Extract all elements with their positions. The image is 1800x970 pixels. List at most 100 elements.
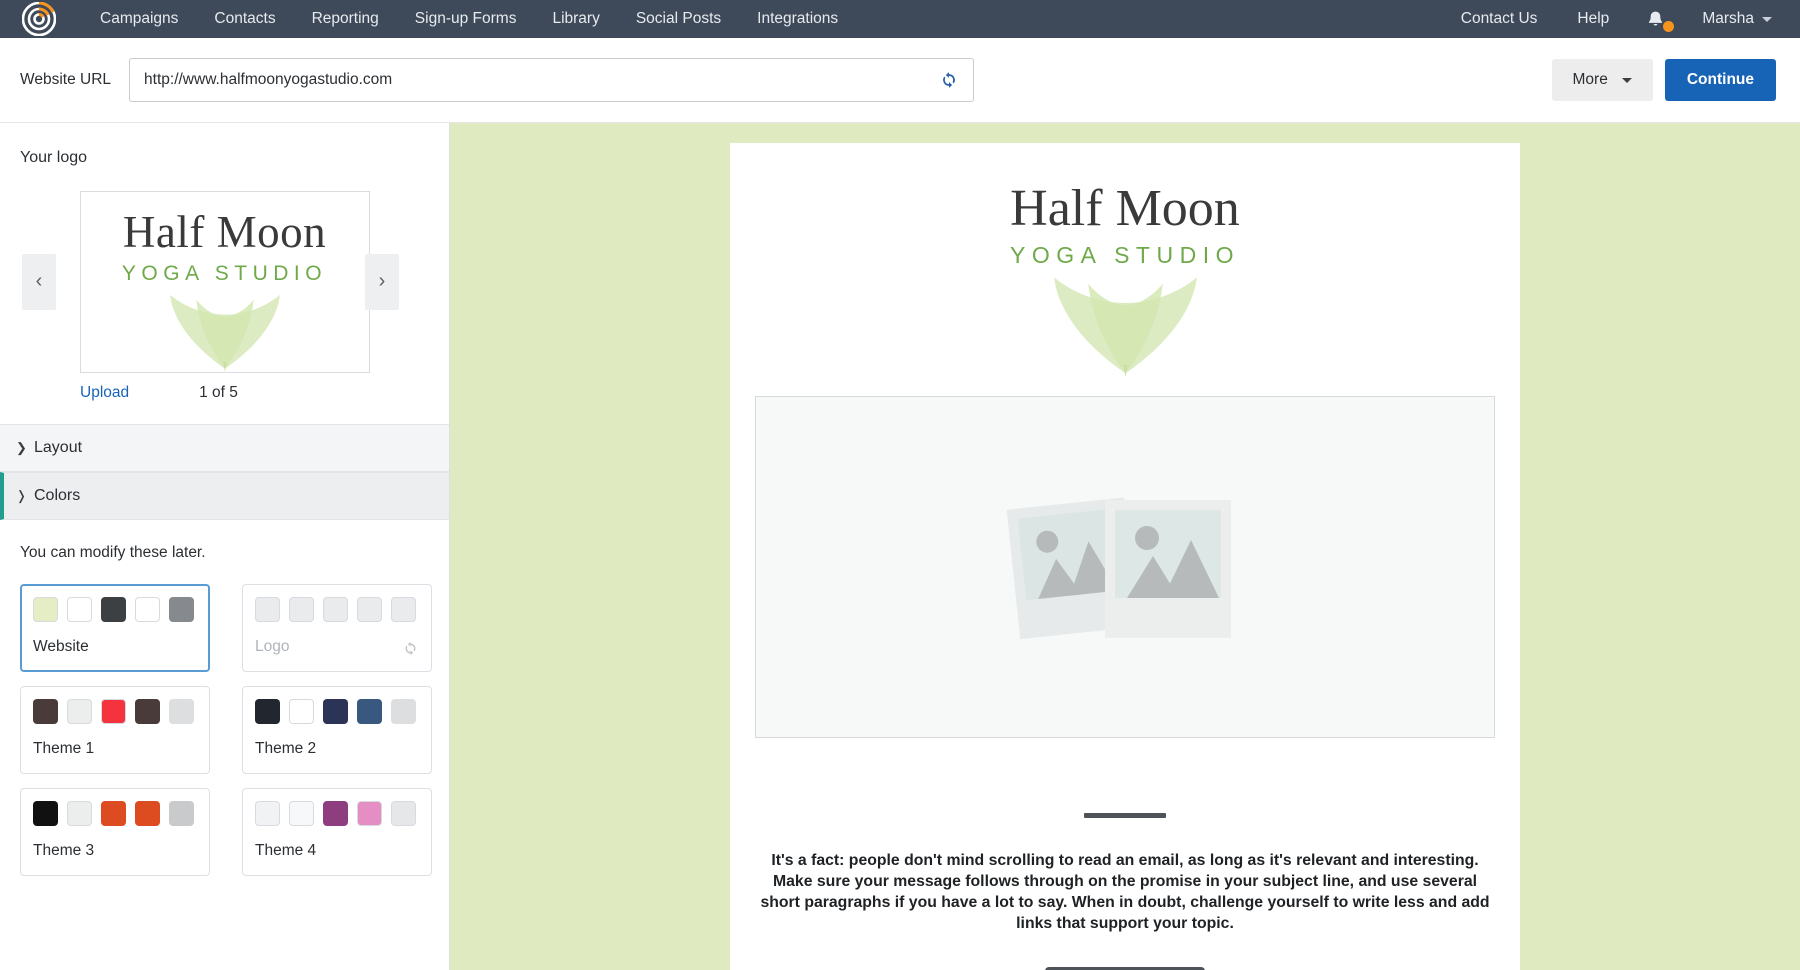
lotus-flower-icon (1053, 277, 1197, 378)
color-swatch[interactable] (357, 699, 382, 724)
nav-integrations[interactable]: Integrations (739, 0, 856, 38)
notifications-button[interactable] (1629, 0, 1682, 38)
palette-swatches (255, 597, 419, 622)
two-photos-placeholder-icon (1006, 497, 1231, 639)
lotus-flower-icon (169, 294, 280, 372)
chevron-down-icon: ❭ (16, 488, 27, 503)
color-swatch[interactable] (169, 699, 194, 724)
nav-contacts[interactable]: Contacts (196, 0, 293, 38)
carousel-prev-button[interactable]: ‹ (22, 253, 56, 310)
palette-name: Website (33, 638, 89, 655)
color-swatch[interactable] (255, 597, 280, 622)
palette-card-theme-4[interactable]: Theme 4 (242, 788, 432, 876)
color-swatch[interactable] (33, 597, 58, 622)
color-swatch[interactable] (169, 597, 194, 622)
logo-preview-thumbnail[interactable]: Half Moon YOGA STUDIO (79, 190, 370, 373)
user-menu-marsha[interactable]: Marsha (1682, 10, 1778, 28)
email-canvas[interactable]: Half Moon YOGA STUDIO It's a fact: peopl… (730, 143, 1520, 970)
palette-swatches (33, 597, 197, 622)
nav-campaigns[interactable]: Campaigns (82, 0, 196, 38)
palette-swatches (33, 801, 197, 826)
logo-title-text: Half Moon (122, 206, 327, 257)
color-swatch[interactable] (169, 801, 194, 826)
color-swatch[interactable] (289, 597, 314, 622)
color-swatch[interactable] (323, 597, 348, 622)
color-swatch[interactable] (391, 699, 416, 724)
website-url-input[interactable] (130, 59, 974, 101)
color-swatch[interactable] (135, 801, 160, 826)
refresh-sync-icon[interactable] (402, 640, 419, 657)
refresh-sync-icon[interactable] (939, 70, 959, 90)
color-swatch[interactable] (135, 699, 160, 724)
palette-grid: Website Logo Theme 1 Theme 2 Theme 3 Theme 4 (20, 584, 432, 876)
palette-name: Logo (255, 638, 290, 655)
color-swatch[interactable] (67, 699, 92, 724)
chevron-right-icon: ❯ (16, 440, 27, 455)
more-button-label: More (1572, 71, 1608, 88)
your-logo-heading: Your logo (20, 149, 88, 166)
more-button[interactable]: More (1551, 59, 1653, 101)
top-navigation-bar: Campaigns Contacts Reporting Sign-up For… (0, 0, 1800, 38)
chevron-right-icon: › (378, 270, 386, 292)
main-content-area: Your logo ‹ Half Moon YOGA STUDIO › Uplo… (0, 123, 1800, 970)
palette-card-theme-1[interactable]: Theme 1 (20, 686, 210, 774)
image-placeholder-block[interactable] (755, 395, 1495, 739)
logo-carousel: ‹ Half Moon YOGA STUDIO › (0, 189, 449, 374)
nav-reporting[interactable]: Reporting (294, 0, 397, 38)
carousel-next-button[interactable]: › (365, 253, 399, 310)
toolbar-actions: More Continue (1551, 59, 1776, 101)
accordion-layout-label: Layout (34, 439, 83, 456)
continue-button[interactable]: Continue (1664, 59, 1776, 101)
nav-contact-us[interactable]: Contact Us (1441, 0, 1558, 38)
notification-badge (1663, 21, 1675, 32)
palette-swatches (255, 699, 419, 724)
email-logo-subtitle: YOGA STUDIO (1010, 242, 1240, 268)
chevron-down-icon (1762, 16, 1772, 22)
color-swatch[interactable] (323, 801, 348, 826)
accordion-layout[interactable]: ❯ Layout (0, 424, 449, 472)
upload-logo-link[interactable]: Upload (80, 384, 129, 402)
color-swatch[interactable] (33, 801, 58, 826)
email-logo-title: Half Moon (1010, 180, 1240, 237)
nav-social-posts[interactable]: Social Posts (618, 0, 739, 38)
palette-card-logo[interactable]: Logo (242, 584, 432, 672)
palette-swatches (255, 801, 419, 826)
color-swatch[interactable] (101, 699, 126, 724)
color-swatch[interactable] (255, 801, 280, 826)
color-swatch[interactable] (101, 597, 126, 622)
website-url-field-wrapper (129, 58, 975, 102)
color-swatch[interactable] (323, 699, 348, 724)
email-divider (1084, 813, 1166, 818)
nav-library[interactable]: Library (534, 0, 617, 38)
palette-card-theme-3[interactable]: Theme 3 (20, 788, 210, 876)
nav-signup-forms[interactable]: Sign-up Forms (397, 0, 535, 38)
user-menu-label: Marsha (1702, 10, 1754, 27)
color-swatch[interactable] (33, 699, 58, 724)
color-swatch[interactable] (391, 597, 416, 622)
palette-name: Theme 3 (33, 842, 95, 859)
accordion-colors-label: Colors (34, 487, 81, 504)
color-swatch[interactable] (391, 801, 416, 826)
email-body-text: It's a fact: people don't mind scrolling… (760, 851, 1490, 932)
accordion-colors[interactable]: ❭ Colors (0, 472, 449, 520)
palette-card-theme-2[interactable]: Theme 2 (242, 686, 432, 774)
logo-actions-row: Upload 1 of 5 (0, 384, 449, 402)
email-preview-pane: Half Moon YOGA STUDIO It's a fact: peopl… (450, 123, 1800, 970)
color-swatch[interactable] (255, 699, 280, 724)
color-swatch[interactable] (101, 801, 126, 826)
color-swatch[interactable] (67, 801, 92, 826)
constant-contact-spiral-logo-icon[interactable] (21, 1, 57, 37)
color-swatch[interactable] (289, 801, 314, 826)
palette-name: Theme 4 (255, 842, 317, 859)
color-swatch[interactable] (357, 597, 382, 622)
secondary-nav-items: Contact Us Help Marsha (1441, 0, 1778, 38)
palette-card-website[interactable]: Website (20, 584, 210, 672)
color-swatch[interactable] (357, 801, 382, 826)
color-swatch[interactable] (67, 597, 92, 622)
palette-name: Theme 1 (33, 740, 95, 757)
nav-help[interactable]: Help (1557, 0, 1629, 38)
color-swatch[interactable] (289, 699, 314, 724)
primary-nav-items: Campaigns Contacts Reporting Sign-up For… (82, 0, 856, 38)
color-swatch[interactable] (135, 597, 160, 622)
logo-counter: 1 of 5 (199, 384, 238, 401)
